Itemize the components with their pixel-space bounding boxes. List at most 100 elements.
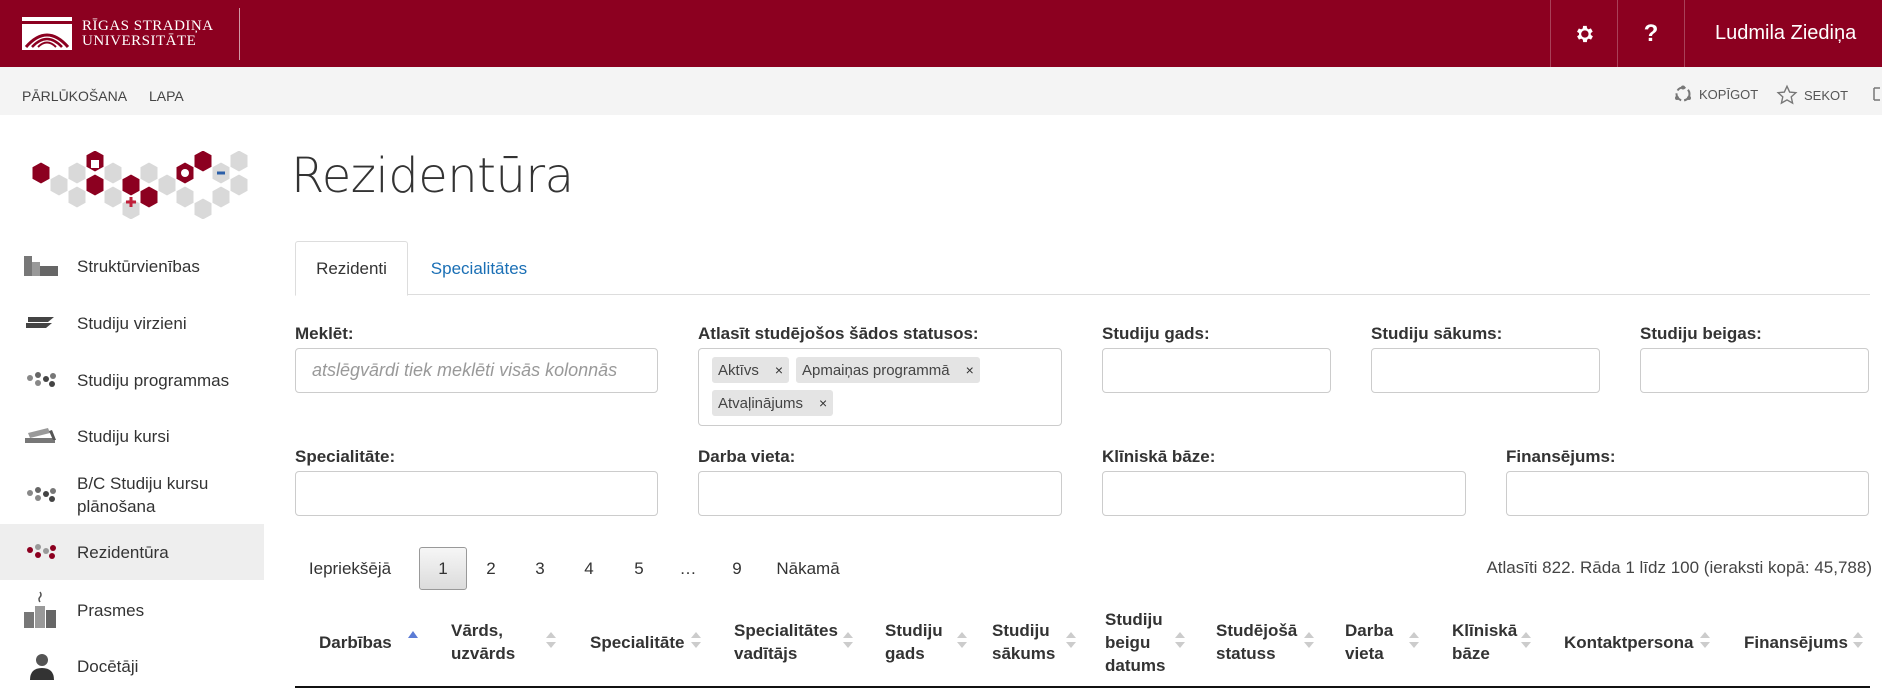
sidebar-item-skills[interactable]: Prasmes	[0, 589, 264, 631]
study-start-input[interactable]	[1371, 348, 1600, 393]
sort-asc-icon[interactable]	[408, 628, 418, 652]
hexagon-logo-icon	[31, 149, 249, 221]
sort-both-icon[interactable]	[1409, 628, 1419, 652]
sort-both-icon[interactable]	[1304, 628, 1314, 652]
funding-label: Finansējums:	[1506, 447, 1616, 466]
column-header-study-year[interactable]: Studiju gads	[885, 598, 949, 686]
ribbon-tab-page[interactable]: LAPA	[149, 88, 184, 104]
column-header-specialty-head[interactable]: Specialitātes vadītājs	[734, 598, 844, 686]
sort-both-icon[interactable]	[957, 628, 967, 652]
follow-label: SEKOT	[1804, 87, 1849, 103]
tab-residents[interactable]: Rezidenti	[295, 241, 408, 296]
status-tag-label: Apmaiņas programmā	[802, 361, 950, 379]
pagination-page[interactable]: 3	[520, 547, 560, 590]
tab-specialties[interactable]: Specialitātes	[408, 241, 550, 296]
column-header-label: Studiju gads	[885, 621, 943, 663]
focus-button[interactable]	[1872, 84, 1882, 104]
sort-both-icon[interactable]	[546, 628, 556, 652]
sidebar-item-label: Struktūrvienības	[77, 256, 200, 276]
column-header-student-status[interactable]: Studējošā statuss	[1216, 598, 1300, 686]
pagination-ellipsis: …	[679, 558, 697, 578]
status-multiselect[interactable]: Aktīvs × Apmaiņas programmā × Atvaļināju…	[698, 348, 1062, 426]
status-tag-label: Aktīvs	[718, 361, 759, 379]
fullscreen-icon	[1873, 87, 1880, 101]
share-button[interactable]: KOPĪGOT	[1673, 84, 1758, 104]
settings-button[interactable]	[1550, 0, 1617, 67]
user-menu-button[interactable]: Ludmila Ziediņa	[1684, 0, 1882, 67]
column-header-clinical-base[interactable]: Klīniskā bāze	[1452, 598, 1522, 686]
study-end-input[interactable]	[1640, 348, 1869, 393]
remove-tag-icon[interactable]: ×	[775, 362, 783, 378]
sidebar-item-study-courses[interactable]: Studiju kursi	[0, 418, 264, 454]
specialty-input[interactable]	[295, 471, 658, 516]
funding-input[interactable]	[1506, 471, 1869, 516]
university-emblem-icon	[22, 17, 72, 50]
column-header-label: Darba vieta	[1345, 621, 1394, 663]
help-button[interactable]: ?	[1617, 0, 1684, 67]
person-icon	[30, 654, 54, 680]
sort-both-icon[interactable]	[1175, 628, 1185, 652]
workplace-input[interactable]	[698, 471, 1062, 516]
sidebar-item-study-programs[interactable]: Studiju programmas	[0, 362, 264, 398]
follow-button[interactable]: SEKOT	[1776, 84, 1848, 106]
books-icon	[25, 428, 56, 443]
search-label: Meklēt:	[295, 324, 354, 343]
sort-both-icon[interactable]	[1066, 628, 1076, 652]
search-input[interactable]: atslēgvārdi tiek meklēti visās kolonnās	[295, 348, 658, 393]
header-divider	[239, 8, 240, 60]
remove-tag-icon[interactable]: ×	[966, 362, 974, 378]
status-tag-label: Atvaļinājums	[718, 394, 804, 412]
study-year-input[interactable]	[1102, 348, 1331, 393]
column-header-workplace[interactable]: Darba vieta	[1345, 598, 1405, 686]
column-header-specialty[interactable]: Specialitāte	[590, 598, 690, 686]
university-name-line1: RĪGAS STRADIŅA	[82, 17, 214, 34]
column-header-label: Finansējums	[1744, 632, 1848, 652]
page-title: Rezidentūra	[291, 148, 574, 204]
pagination-page[interactable]: 2	[471, 547, 511, 590]
share-label: KOPĪGOT	[1699, 86, 1759, 102]
site-hex-logo[interactable]	[22, 149, 262, 224]
sidebar-item-study-directions[interactable]: Studiju virzieni	[0, 305, 264, 341]
sort-both-icon[interactable]	[691, 628, 701, 652]
study-end-label: Studiju beigas:	[1640, 324, 1762, 343]
results-info: Atlasīti 822. Rāda 1 līdz 100 (ieraksti …	[1486, 558, 1872, 577]
clinical-base-input[interactable]	[1102, 471, 1466, 516]
study-year-label: Studiju gads:	[1102, 324, 1210, 343]
table-header: Darbības Vārds, uzvārds Specialitāte Spe…	[295, 598, 1870, 688]
sort-both-icon[interactable]	[1853, 628, 1863, 652]
pagination-previous[interactable]: Iepriekšējā	[298, 547, 402, 590]
column-header-name[interactable]: Vārds, uzvārds	[451, 598, 535, 686]
column-header-study-end[interactable]: Studiju beigu datums	[1105, 598, 1169, 686]
sidebar-item-residency[interactable]: Rezidentūra	[0, 524, 264, 580]
column-header-label: Darbības	[319, 632, 392, 652]
column-header-study-start[interactable]: Studiju sākums	[992, 598, 1060, 686]
sort-both-icon[interactable]	[1521, 628, 1531, 652]
remove-tag-icon[interactable]: ×	[819, 395, 827, 411]
building-icon	[24, 256, 58, 276]
pagination-page[interactable]: 4	[569, 547, 609, 590]
tab-strip: Rezidenti Specialitātes	[295, 241, 1870, 296]
column-header-contact-person[interactable]: Kontaktpersona	[1564, 598, 1704, 686]
pagination-page[interactable]: 9	[717, 547, 757, 590]
ribbon-bar: PĀRLŪKOŠANA LAPA KOPĪGOT SEKOT	[0, 67, 1882, 115]
column-header-label: Studējošā statuss	[1216, 621, 1298, 663]
column-header-label: Vārds, uzvārds	[451, 621, 516, 663]
pagination-page[interactable]: 5	[619, 547, 659, 590]
sort-both-icon[interactable]	[1700, 628, 1710, 652]
sidebar-item-lecturers[interactable]: Docētāji	[0, 647, 264, 685]
column-header-label: Studiju beigu datums	[1105, 609, 1166, 675]
study-start-label: Studiju sākums:	[1371, 324, 1503, 343]
sidebar-item-structural-units[interactable]: Struktūrvienības	[0, 248, 264, 284]
sort-both-icon[interactable]	[843, 628, 853, 652]
column-header-actions[interactable]: Darbības	[319, 598, 403, 686]
column-header-funding[interactable]: Finansējums	[1744, 598, 1854, 686]
university-logo[interactable]: RĪGAS STRADIŅA UNIVERSITĀTE	[22, 17, 214, 50]
ribbon-tab-browse[interactable]: PĀRLŪKOŠANA	[22, 88, 127, 104]
pagination-next[interactable]: Nākamā	[768, 547, 848, 590]
user-name: Ludmila Ziediņa	[1715, 22, 1857, 44]
sidebar-item-course-planning[interactable]: B/C Studiju kursu plānošana	[0, 470, 264, 520]
status-tag: Apmaiņas programmā ×	[796, 357, 980, 383]
molecule-icon	[27, 487, 56, 502]
pagination-page[interactable]: 1	[419, 547, 467, 590]
sidebar-item-label: Docētāji	[77, 656, 139, 676]
